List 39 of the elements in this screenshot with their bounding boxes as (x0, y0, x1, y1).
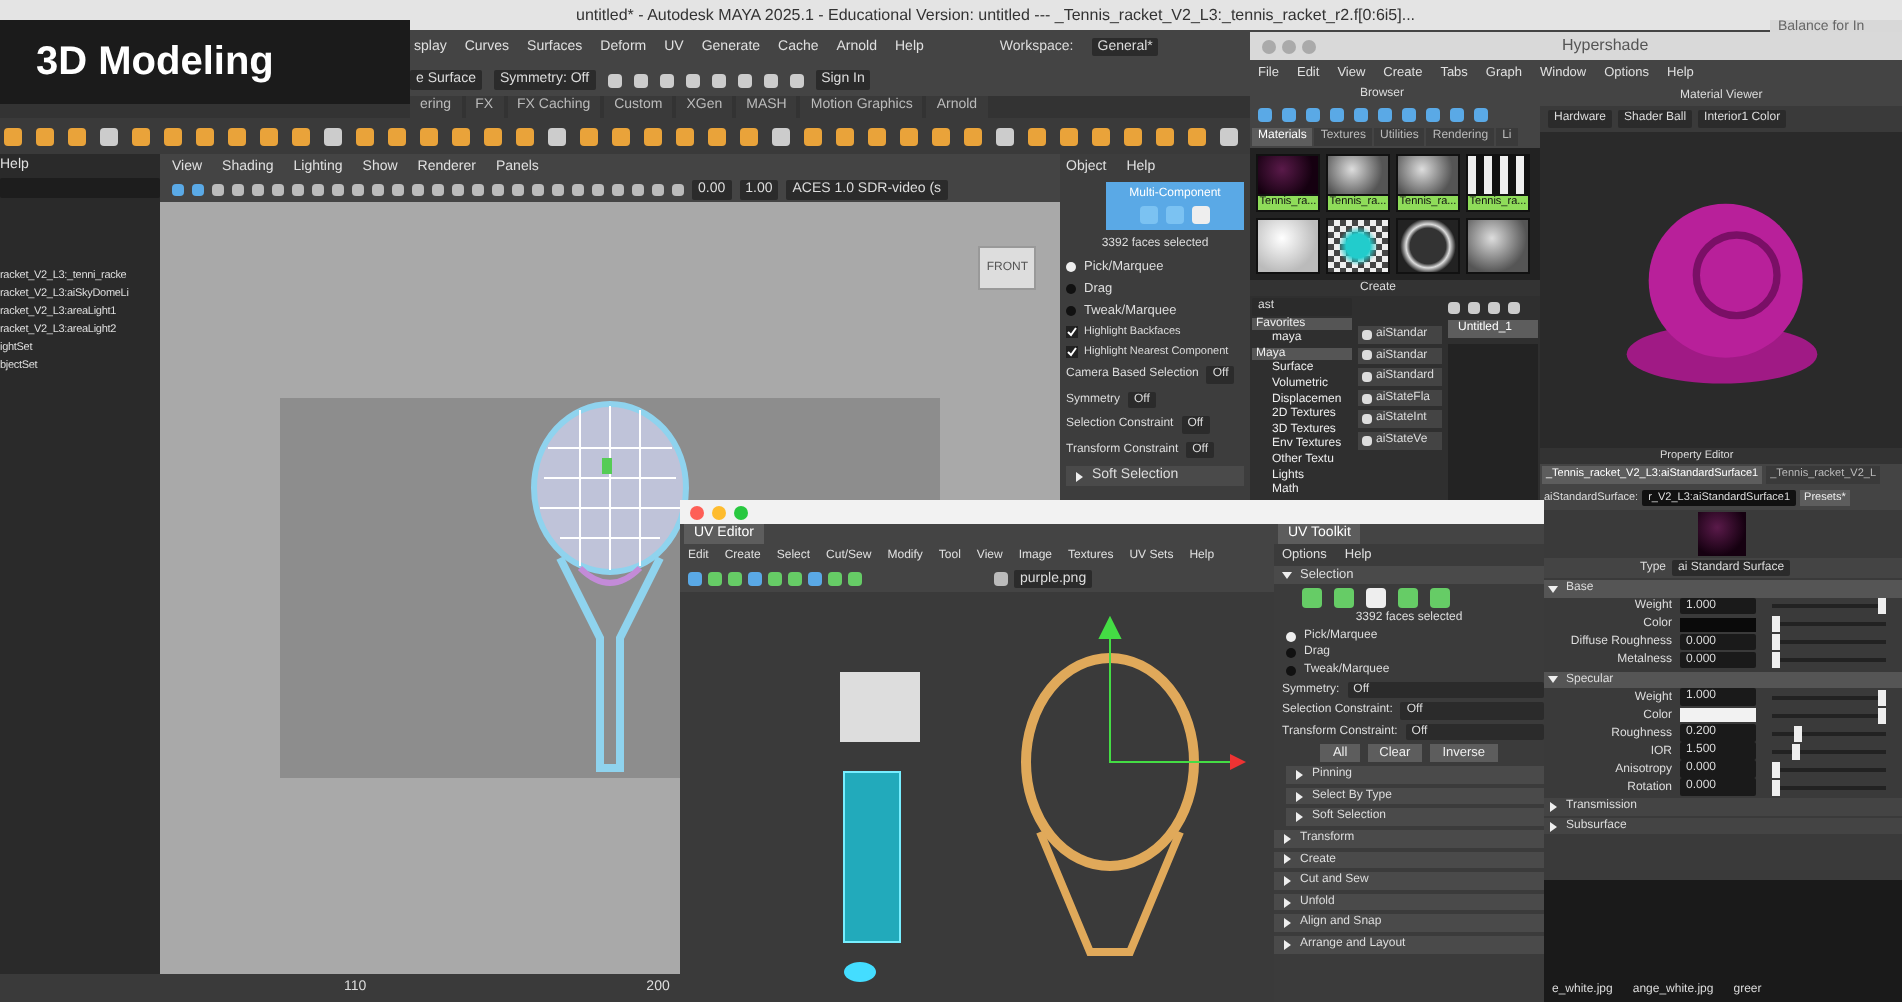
collapse-arrow-icon[interactable] (1282, 570, 1292, 581)
material-preview (1697, 512, 1745, 556)
radio-button[interactable] (1066, 261, 1076, 272)
checkbox[interactable] (1066, 326, 1078, 339)
expand-arrow-icon[interactable] (1074, 471, 1084, 482)
material-swatch[interactable] (1256, 218, 1320, 274)
radio-button[interactable] (1286, 631, 1296, 642)
slider-thumb[interactable] (1878, 689, 1886, 706)
slider-thumb[interactable] (1878, 598, 1886, 615)
collapse-arrow-icon[interactable] (1548, 583, 1558, 594)
selection-mode-icon[interactable] (1430, 588, 1450, 609)
selection-mode-icon[interactable] (1366, 588, 1386, 609)
close-button[interactable] (690, 505, 704, 519)
slider-thumb[interactable] (1791, 743, 1800, 760)
material-swatch[interactable] (1326, 218, 1390, 274)
material-swatch[interactable] (1396, 218, 1460, 274)
selection-mode-icon[interactable] (1398, 588, 1418, 609)
selection-mode-icon[interactable] (1302, 588, 1322, 609)
window-title: Hypershade (1562, 37, 1649, 55)
color-swatch[interactable] (1680, 617, 1756, 632)
material-swatch[interactable] (1466, 218, 1530, 274)
radio-button[interactable] (1066, 283, 1076, 294)
radio-button[interactable] (1286, 648, 1296, 659)
slider-thumb[interactable] (1772, 761, 1780, 778)
collapse-arrow-icon[interactable] (1548, 674, 1558, 685)
filter-field[interactable] (0, 178, 160, 198)
slider-thumb[interactable] (1772, 616, 1780, 633)
slider-thumb[interactable] (1878, 707, 1886, 724)
slider-thumb[interactable] (1793, 725, 1802, 742)
slider-thumb[interactable] (1772, 652, 1780, 669)
slider-thumb[interactable] (1772, 634, 1780, 651)
selection-mode-icon[interactable] (1334, 588, 1354, 609)
checker-icon[interactable] (994, 572, 1008, 586)
overlay-title: 3D Modeling (0, 20, 410, 104)
radio-button[interactable] (1066, 305, 1076, 316)
radio-button[interactable] (1286, 665, 1296, 676)
slider-thumb[interactable] (1772, 779, 1780, 796)
color-swatch[interactable] (1680, 708, 1756, 723)
checkbox[interactable] (1066, 346, 1078, 359)
